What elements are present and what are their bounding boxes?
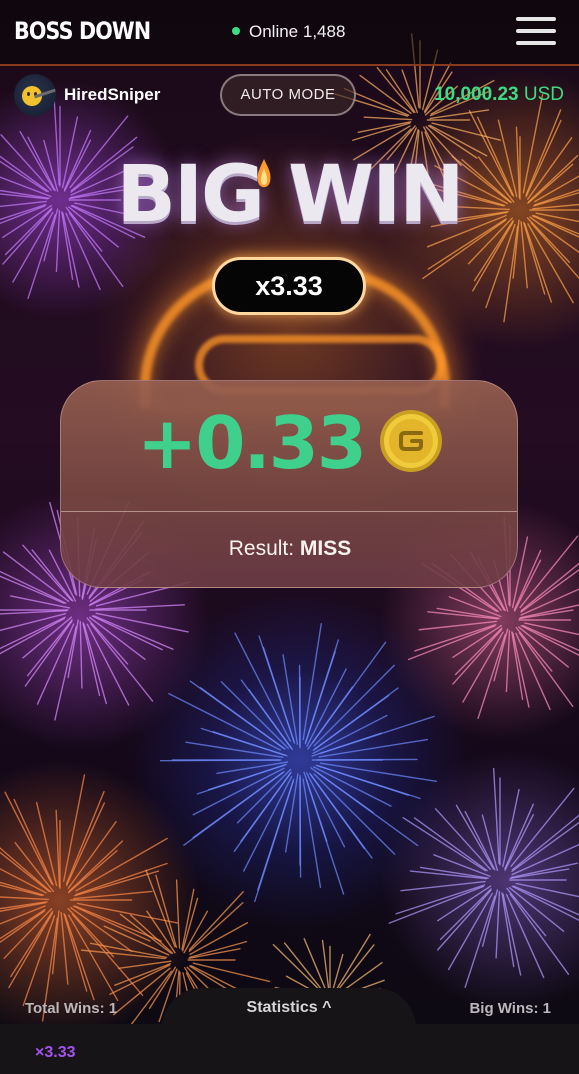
online-count: Online 1,488 bbox=[232, 22, 345, 42]
balance-amount: 10,000.23 bbox=[434, 84, 519, 105]
firework-spark bbox=[316, 772, 419, 847]
flame-icon bbox=[257, 159, 271, 188]
firework-spark bbox=[509, 868, 570, 880]
firework-spark bbox=[188, 902, 244, 953]
firework-spark bbox=[388, 885, 485, 924]
balance-currency: USD bbox=[523, 84, 564, 105]
firework-spark bbox=[501, 892, 515, 968]
result-card: +0.33 Result: MISS bbox=[60, 380, 518, 588]
firework-spark bbox=[234, 632, 291, 742]
firework-spark bbox=[72, 905, 151, 942]
firework-spark bbox=[335, 944, 375, 993]
firework-spark bbox=[199, 687, 286, 750]
online-label: Online 1,488 bbox=[249, 22, 346, 41]
firework-spark bbox=[91, 615, 163, 651]
gold-coin-icon bbox=[380, 410, 442, 472]
online-status-dot-icon bbox=[232, 26, 240, 35]
firework-spark bbox=[401, 69, 419, 114]
result-value: MISS bbox=[299, 537, 352, 560]
big-win-title: BIG WIN bbox=[116, 150, 465, 240]
firework-spark bbox=[82, 622, 101, 697]
big-wins: Big Wins: 1 bbox=[469, 1000, 551, 1017]
top-bar: BOSS DOWN Online 1,488 bbox=[0, 0, 579, 66]
history-item[interactable]: ×3.33 bbox=[35, 1044, 75, 1062]
firework-spark bbox=[0, 609, 68, 615]
firework-spark bbox=[511, 814, 579, 871]
firework-spark bbox=[248, 688, 294, 751]
firework-spark bbox=[503, 226, 519, 323]
firework-spark bbox=[175, 879, 181, 949]
firework-spark bbox=[67, 821, 117, 889]
firework-spark bbox=[312, 641, 387, 744]
sniper-avatar-icon[interactable] bbox=[14, 74, 56, 116]
firework-spark bbox=[505, 630, 511, 693]
firework-spark bbox=[65, 802, 105, 887]
firework-spark bbox=[495, 890, 501, 959]
firework-spark bbox=[492, 767, 500, 864]
firework-spark bbox=[64, 914, 95, 1001]
firework-spark bbox=[55, 809, 61, 888]
result-line: Result: MISS bbox=[61, 537, 517, 561]
win-amount: +0.33 bbox=[137, 401, 367, 485]
card-divider bbox=[61, 511, 517, 512]
firework-spark bbox=[363, 116, 413, 121]
multiplier-badge: x3.33 bbox=[212, 257, 366, 315]
firework-spark bbox=[67, 619, 79, 679]
firework-spark bbox=[13, 798, 54, 886]
firework-spark bbox=[86, 623, 130, 706]
firework-spark bbox=[518, 609, 574, 620]
auto-mode-button[interactable]: AUTO MODE bbox=[220, 74, 356, 116]
firework-spark bbox=[312, 694, 390, 752]
firework-spark bbox=[94, 604, 185, 610]
firework-spark bbox=[79, 620, 83, 689]
username[interactable]: HiredSniper bbox=[64, 85, 160, 105]
firework-spark bbox=[243, 775, 293, 872]
hamburger-menu-icon[interactable] bbox=[516, 16, 556, 46]
firework-spark bbox=[272, 943, 323, 993]
firework-spark bbox=[22, 915, 56, 1007]
firework-spark bbox=[90, 622, 154, 702]
firework-spark bbox=[0, 896, 50, 901]
firework-spark bbox=[448, 596, 502, 618]
firework-spark bbox=[155, 874, 178, 949]
firework-spark bbox=[283, 942, 324, 993]
firework-spark bbox=[0, 884, 43, 897]
result-label: Result: bbox=[228, 537, 295, 560]
firework-spark bbox=[308, 772, 366, 850]
firework-spark bbox=[8, 912, 54, 989]
total-wins: Total Wins: 1 bbox=[25, 1000, 118, 1017]
history-bar: ×3.33 bbox=[0, 1024, 579, 1074]
firework-spark bbox=[513, 559, 542, 612]
firework-spark bbox=[145, 869, 176, 948]
firework-spark bbox=[407, 625, 496, 661]
firework-spark bbox=[511, 631, 524, 701]
game-logo[interactable]: BOSS DOWN bbox=[14, 17, 151, 45]
firework-spark bbox=[433, 854, 491, 877]
balance: 10,000.23 USD bbox=[434, 84, 564, 106]
firework-spark bbox=[376, 67, 415, 113]
firework-spark bbox=[429, 109, 490, 120]
statistics-label: Statistics ^ bbox=[246, 999, 332, 1016]
firework-spark bbox=[240, 771, 292, 843]
firework-spark bbox=[192, 770, 285, 839]
firework-spark bbox=[447, 892, 493, 971]
firework-spark bbox=[504, 814, 534, 871]
firework-spark bbox=[0, 612, 67, 632]
firework-spark bbox=[436, 889, 492, 951]
firework-spark bbox=[75, 837, 168, 892]
